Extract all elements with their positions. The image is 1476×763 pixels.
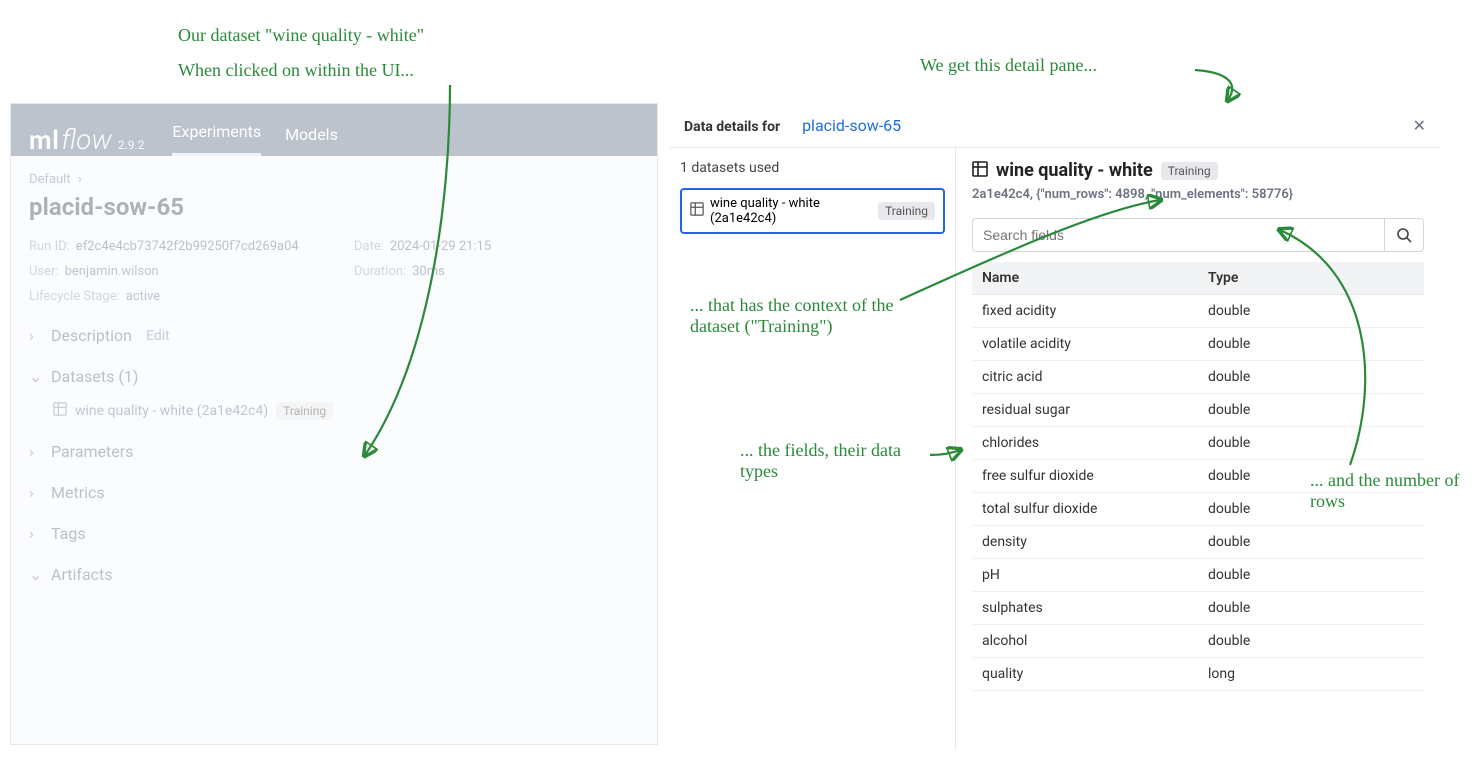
field-name-cell: total sulfur dioxide: [972, 493, 1198, 526]
meta-date: Date:2024-01-29 21:15: [354, 239, 639, 254]
close-icon[interactable]: ✕: [1413, 116, 1426, 135]
table-row: volatile aciditydouble: [972, 328, 1424, 361]
meta-duration: Duration:30ms: [354, 264, 639, 279]
field-type-cell: double: [1198, 295, 1424, 328]
chevron-right-icon: ›: [29, 524, 41, 543]
field-name-cell: residual sugar: [972, 394, 1198, 427]
parameters-label: Parameters: [51, 442, 133, 461]
detail-header-label: Data details for: [684, 119, 780, 135]
field-name-cell: quality: [972, 658, 1198, 691]
dataset-tag-pill: Training: [276, 402, 333, 420]
experiment-run-panel: ml flow 2.9.2 Experiments Models Default…: [10, 103, 658, 745]
chevron-down-icon: ⌄: [29, 367, 41, 386]
detail-run-link[interactable]: placid-sow-65: [802, 116, 901, 135]
section-artifacts[interactable]: ⌄ Artifacts: [29, 565, 639, 584]
field-type-cell: double: [1198, 526, 1424, 559]
section-datasets[interactable]: ⌄ Datasets (1): [29, 367, 639, 386]
field-name-cell: alcohol: [972, 625, 1198, 658]
field-type-cell: double: [1198, 427, 1424, 460]
annotation-dataset-title: Our dataset "wine quality - white": [178, 25, 424, 46]
meta-lifecycle: Lifecycle Stage:active: [29, 289, 314, 304]
search-button[interactable]: [1384, 218, 1424, 252]
annotation-context: ... that has the context of the dataset …: [690, 295, 910, 337]
section-metrics[interactable]: › Metrics: [29, 483, 639, 502]
tab-models[interactable]: Models: [285, 125, 338, 156]
table-icon: [53, 402, 67, 420]
datasets-used-count: 1 datasets used: [680, 160, 945, 176]
field-name-cell: density: [972, 526, 1198, 559]
chevron-right-icon: ›: [29, 483, 41, 502]
table-icon: [972, 161, 988, 181]
metrics-label: Metrics: [51, 483, 105, 502]
dataset-title: wine quality - white: [996, 160, 1153, 181]
section-description[interactable]: › Description Edit: [29, 326, 639, 345]
app-header: ml flow 2.9.2 Experiments Models: [11, 104, 657, 156]
field-type-cell: double: [1198, 328, 1424, 361]
annotation-clicked: When clicked on within the UI...: [178, 60, 414, 81]
dataset-title-tag: Training: [1161, 162, 1218, 180]
description-label: Description: [51, 326, 132, 345]
chevron-right-icon: ›: [29, 442, 41, 461]
artifacts-label: Artifacts: [51, 565, 113, 584]
datasets-label: Datasets (1): [51, 367, 138, 386]
dataset-meta-line: 2a1e42c4, {"num_rows": 4898, "num_elemen…: [972, 187, 1424, 202]
field-type-cell: double: [1198, 592, 1424, 625]
dataset-list-item[interactable]: wine quality - white (2a1e42c4) Training: [680, 188, 945, 234]
search-fields-input[interactable]: [972, 218, 1384, 252]
table-row: citric aciddouble: [972, 361, 1424, 394]
table-row: densitydouble: [972, 526, 1424, 559]
table-row: pHdouble: [972, 559, 1424, 592]
brand-version: 2.9.2: [118, 138, 145, 152]
section-tags[interactable]: › Tags: [29, 524, 639, 543]
meta-user: User:benjamin.wilson: [29, 264, 314, 279]
meta-run-id: Run ID:ef2c4e4cb73742f2b99250f7cd269a04: [29, 239, 314, 254]
table-icon: [690, 202, 704, 220]
data-detail-pane: Data details for placid-sow-65 ✕ 1 datas…: [670, 110, 1440, 750]
col-type-header[interactable]: Type: [1198, 262, 1424, 295]
field-name-cell: sulphates: [972, 592, 1198, 625]
breadcrumb-root[interactable]: Default: [29, 172, 71, 187]
dataset-entry[interactable]: wine quality - white (2a1e42c4) Training: [53, 402, 639, 420]
field-name-cell: free sulfur dioxide: [972, 460, 1198, 493]
run-name: placid-sow-65: [29, 193, 639, 221]
col-name-header[interactable]: Name: [972, 262, 1198, 295]
table-row: qualitylong: [972, 658, 1424, 691]
edit-description-link[interactable]: Edit: [146, 328, 170, 344]
table-row: sulphatesdouble: [972, 592, 1424, 625]
table-row: chloridesdouble: [972, 427, 1424, 460]
tags-label: Tags: [51, 524, 86, 543]
table-header-row: Name Type: [972, 262, 1424, 295]
chevron-right-icon: ›: [29, 326, 41, 345]
breadcrumb[interactable]: Default ›: [29, 172, 639, 187]
field-type-cell: long: [1198, 658, 1424, 691]
chevron-down-icon: ⌄: [29, 565, 41, 584]
search-icon: [1396, 227, 1412, 243]
section-parameters[interactable]: › Parameters: [29, 442, 639, 461]
chevron-right-icon: ›: [78, 172, 82, 187]
field-name-cell: pH: [972, 559, 1198, 592]
table-row: residual sugardouble: [972, 394, 1424, 427]
annotation-fields: ... the fields, their data types: [740, 440, 940, 482]
dataset-name: wine quality - white (2a1e42c4): [75, 403, 268, 419]
tab-experiments[interactable]: Experiments: [172, 122, 261, 156]
dataset-list-item-name: wine quality - white (2a1e42c4): [710, 196, 872, 226]
table-row: alcoholdouble: [972, 625, 1424, 658]
annotation-rows: ... and the number of rows: [1310, 470, 1460, 512]
field-type-cell: double: [1198, 559, 1424, 592]
annotation-detail-pane: We get this detail pane...: [920, 55, 1097, 76]
field-name-cell: chlorides: [972, 427, 1198, 460]
field-name-cell: volatile acidity: [972, 328, 1198, 361]
brand-ml: ml: [29, 126, 59, 156]
field-name-cell: citric acid: [972, 361, 1198, 394]
field-type-cell: double: [1198, 625, 1424, 658]
field-name-cell: fixed acidity: [972, 295, 1198, 328]
field-type-cell: double: [1198, 394, 1424, 427]
dataset-list-item-tag: Training: [878, 202, 935, 220]
field-type-cell: double: [1198, 361, 1424, 394]
brand-flow: flow: [61, 123, 112, 156]
table-row: fixed aciditydouble: [972, 295, 1424, 328]
